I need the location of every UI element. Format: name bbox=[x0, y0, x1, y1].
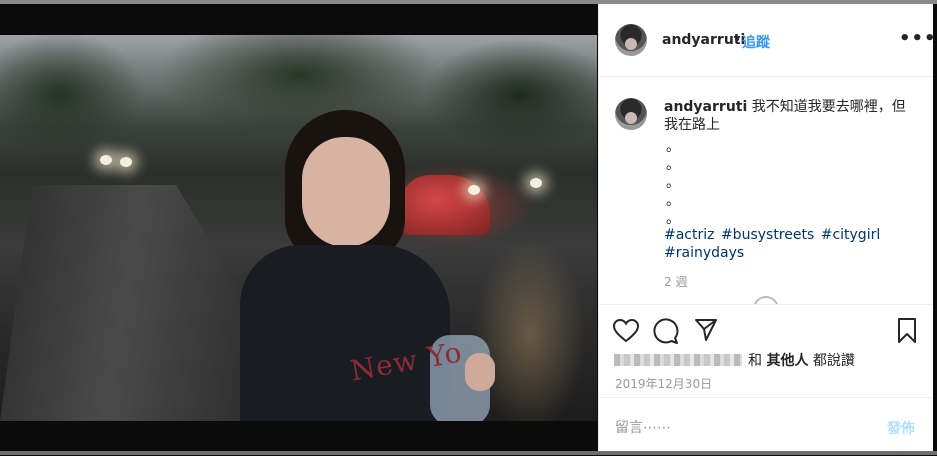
photo-headlight bbox=[530, 178, 542, 188]
caption-username-link[interactable]: andyarruti bbox=[664, 99, 747, 115]
caption-age[interactable]: 2 週 bbox=[664, 273, 687, 290]
photo-headlight bbox=[100, 155, 112, 165]
caption-bullet: 。 bbox=[666, 157, 680, 173]
post-header: andyarruti • 追蹤 ••• bbox=[599, 4, 937, 77]
post-side-panel: andyarruti • 追蹤 ••• andyarruti 我不知道我要去哪裡… bbox=[598, 4, 937, 456]
more-options-icon[interactable]: ••• bbox=[899, 28, 937, 49]
photo-face bbox=[302, 137, 390, 247]
comment-input[interactable] bbox=[613, 416, 857, 440]
comment-icon[interactable] bbox=[653, 318, 679, 344]
photo-hand bbox=[465, 353, 495, 391]
caption-bullet: 。 bbox=[666, 175, 680, 191]
hashtag-link[interactable]: #rainydays bbox=[664, 245, 744, 261]
likes-others-link[interactable]: 其他人 bbox=[766, 353, 808, 369]
window-right-border bbox=[933, 4, 937, 451]
header-separator-dot: • bbox=[733, 32, 742, 48]
hashtag-link[interactable]: #busystreets bbox=[721, 227, 814, 243]
comment-box: 發佈 bbox=[599, 397, 934, 456]
post-photo[interactable]: New Yo bbox=[0, 35, 597, 421]
likes-suffix: 都說讚 bbox=[812, 353, 855, 369]
follow-button[interactable]: 追蹤 bbox=[742, 32, 770, 52]
heart-icon[interactable] bbox=[613, 319, 639, 343]
caption-hashtags: #actriz #busystreets #citygirl #rainyday… bbox=[664, 226, 914, 262]
caption-bullet: 。 bbox=[666, 139, 680, 155]
post-actions bbox=[599, 304, 934, 355]
caption: andyarruti 我不知道我要去哪裡，但我在路上 bbox=[664, 98, 914, 134]
comments-area[interactable]: andyarruti 我不知道我要去哪裡，但我在路上 。 。 。 。 。 #ac… bbox=[599, 76, 934, 304]
caption-bullet: 。 bbox=[666, 193, 680, 209]
post-date[interactable]: 2019年12月30日 bbox=[615, 375, 712, 392]
likes-connector: 和 bbox=[748, 353, 762, 369]
caption-bullets: 。 。 。 。 。 bbox=[666, 138, 680, 228]
post-comment-button[interactable]: 發佈 bbox=[887, 418, 915, 438]
hashtag-link[interactable]: #citygirl bbox=[821, 227, 881, 243]
loading-spinner-icon bbox=[753, 296, 779, 304]
photo-headlight bbox=[120, 157, 132, 167]
share-icon[interactable] bbox=[694, 318, 718, 342]
caption-avatar[interactable] bbox=[615, 98, 647, 130]
hashtag-link[interactable]: #actriz bbox=[664, 227, 715, 243]
avatar[interactable] bbox=[615, 24, 647, 56]
window-bottom-border bbox=[0, 451, 937, 455]
blurred-username[interactable] bbox=[614, 354, 742, 366]
photo-torso bbox=[240, 245, 450, 421]
bookmark-icon[interactable] bbox=[897, 318, 917, 344]
likes-summary: 和 其他人 都說讚 bbox=[614, 350, 855, 370]
